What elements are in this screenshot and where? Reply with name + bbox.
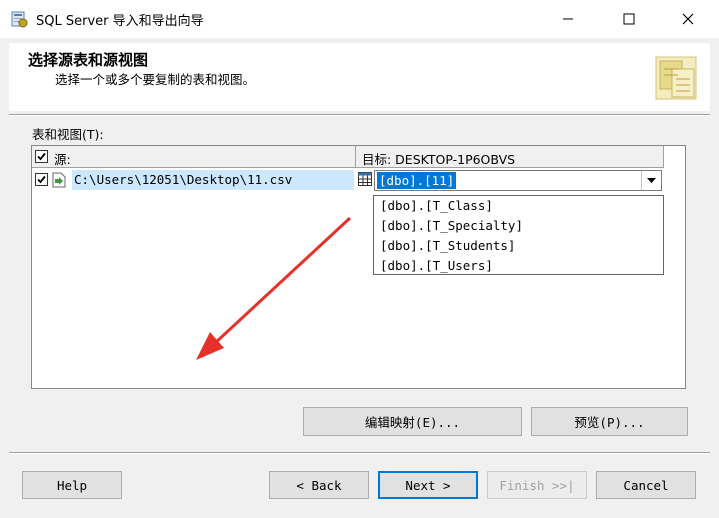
dropdown-option[interactable]: [dbo].[T_Users] [380, 258, 493, 273]
minimize-button[interactable] [545, 0, 591, 38]
chevron-down-icon [647, 178, 656, 183]
finish-button[interactable]: Finish >>| [487, 471, 587, 499]
cancel-button[interactable]: Cancel [596, 471, 696, 499]
preview-button[interactable]: 预览(P)... [531, 407, 688, 436]
edit-mappings-label: 编辑映射(E)... [364, 415, 461, 430]
close-icon [682, 13, 694, 25]
next-label: Next > [405, 477, 451, 493]
finish-label: Finish >>| [499, 477, 575, 493]
maximize-button[interactable] [606, 0, 652, 38]
source-cell[interactable]: C:\Users\12051\Desktop\11.csv [32, 169, 356, 191]
page-subtitle: 选择一个或多个要复制的表和视图。 [55, 72, 256, 87]
header-separator-highlight [9, 115, 710, 116]
sql-server-wizard-icon [11, 11, 28, 28]
help-label: Help [56, 477, 88, 493]
window-title: SQL Server 导入和导出向导 [36, 14, 204, 29]
back-label: < Back [296, 477, 342, 493]
minimize-icon [563, 18, 573, 20]
wizard-header: 选择源表和源视图 选择一个或多个要复制的表和视图。 [9, 43, 710, 111]
tables-views-label: 表和视图(T): [32, 124, 104, 143]
grid-header: 源: 目标: DESKTOP-1P6OBVS [32, 146, 664, 168]
cancel-label: Cancel [623, 477, 669, 493]
wizard-tables-icon [655, 56, 697, 100]
dropdown-option[interactable]: [dbo].[T_Class] [380, 198, 493, 213]
source-column-header[interactable]: 源: [32, 146, 356, 167]
destination-column-header[interactable]: 目标: DESKTOP-1P6OBVS [356, 146, 664, 167]
help-button[interactable]: Help [22, 471, 122, 499]
tables-views-label-text: 表和视图(T): [32, 127, 104, 142]
annotation-arrow-icon [196, 216, 352, 360]
select-all-checkbox[interactable] [35, 150, 48, 163]
destination-dropdown-list[interactable]: [dbo].[T_Class] [dbo].[T_Specialty] [dbo… [373, 195, 664, 275]
destination-cell[interactable]: [dbo].[11] [356, 169, 664, 191]
destination-value: [dbo].[11] [377, 172, 457, 189]
row-checkbox[interactable] [35, 173, 48, 186]
dropdown-option[interactable]: [dbo].[T_Students] [380, 238, 515, 253]
flat-file-icon [52, 172, 66, 188]
next-button[interactable]: Next > [378, 471, 478, 499]
combobox-dropdown-button[interactable] [641, 171, 661, 190]
destination-combobox[interactable]: [dbo].[11] [374, 170, 662, 191]
source-column-label: 源: [54, 152, 71, 167]
destination-column-label: 目标: DESKTOP-1P6OBVS [362, 152, 516, 167]
checkmark-icon [37, 175, 46, 184]
table-row[interactable]: C:\Users\12051\Desktop\11.csv [dbo].[11] [32, 169, 664, 191]
table-icon [358, 172, 372, 186]
source-path: C:\Users\12051\Desktop\11.csv [74, 172, 293, 187]
edit-mappings-button[interactable]: 编辑映射(E)... [303, 407, 522, 436]
title-bar: SQL Server 导入和导出向导 [0, 0, 719, 38]
preview-label: 预览(P)... [574, 415, 645, 430]
maximize-icon [623, 13, 635, 25]
checkmark-icon [37, 152, 46, 161]
page-title: 选择源表和源视图 [28, 51, 149, 69]
back-button[interactable]: < Back [269, 471, 369, 499]
close-button[interactable] [665, 0, 711, 38]
footer-separator-highlight [9, 453, 710, 454]
dropdown-option[interactable]: [dbo].[T_Specialty] [380, 218, 523, 233]
